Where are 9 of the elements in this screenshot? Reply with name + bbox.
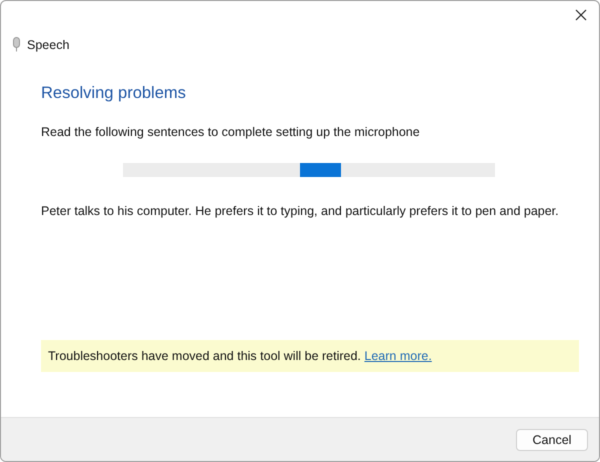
cancel-button[interactable]: Cancel — [516, 428, 588, 450]
learn-more-link[interactable]: Learn more. — [364, 349, 432, 363]
microphone-icon — [12, 37, 21, 52]
notice-text: Troubleshooters have moved and this tool will be retired. — [48, 349, 361, 363]
sentence-text: Peter talks to his computer. He prefers it to typing, and particularly prefers it to pen and paper. — [41, 204, 560, 218]
instruction-text: Read the following sentences to complete setting up the microphone — [41, 125, 421, 139]
close-icon — [575, 9, 587, 21]
window-title: Speech — [27, 38, 70, 52]
page-heading: Resolving problems — [41, 84, 187, 103]
